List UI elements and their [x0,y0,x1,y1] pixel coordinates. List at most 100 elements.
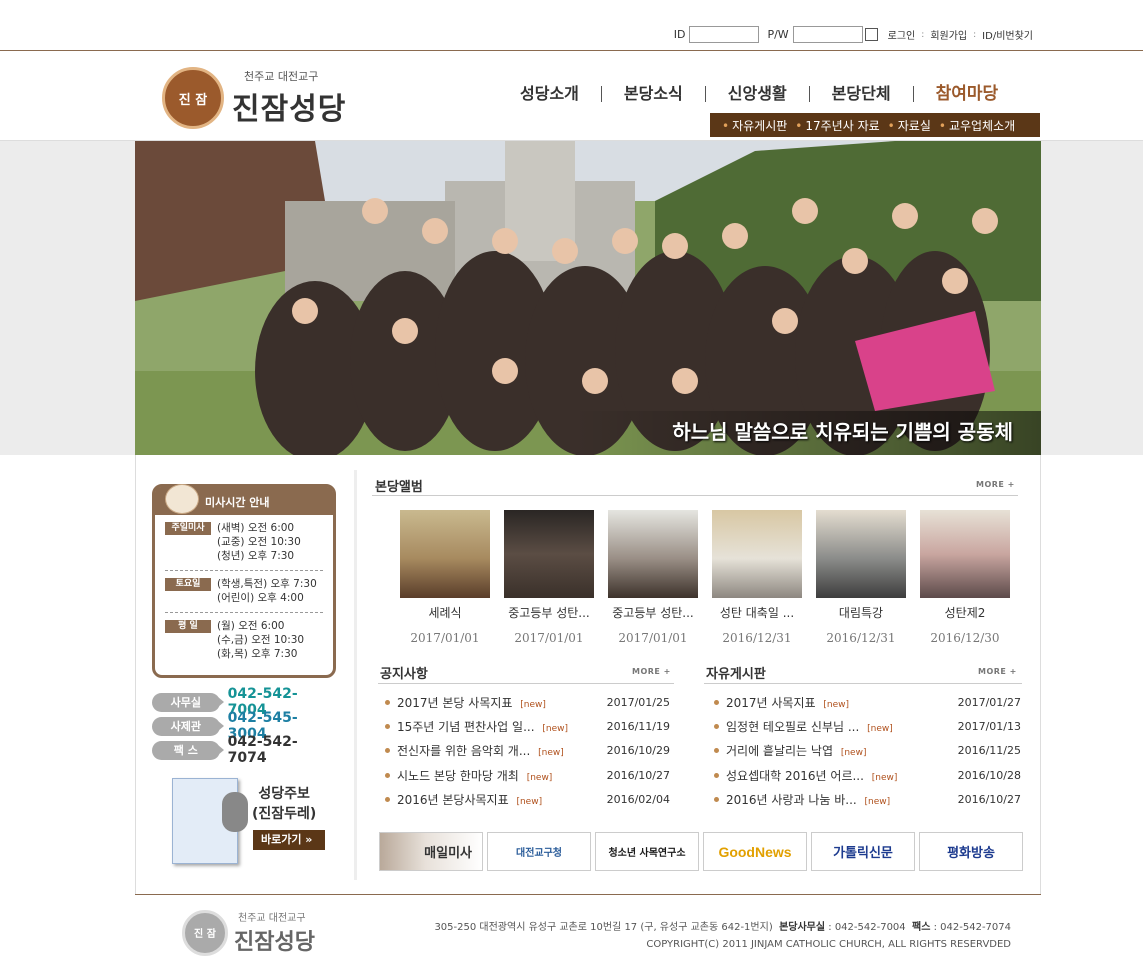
password-input[interactable] [792,26,863,43]
bullet-icon [714,796,719,802]
notice-row[interactable]: 시노드 본당 한마당 개최 [new] 2016/10/27 [380,763,670,787]
nav-item-groups[interactable]: 본당단체 [810,86,914,102]
mass-block-saturday: 토요일 (학생,특전) 오후 7:30 (어린이) 오후 4:00 [165,577,323,613]
free-board-divider [704,683,1022,684]
notice-more-link[interactable]: MORE + [632,667,671,676]
new-badge: [new] [542,723,568,734]
banner-diocese[interactable]: 대전교구청 [487,832,591,871]
notice-row[interactable]: 2017년 본당 사목지표 [new] 2017/01/25 [380,690,670,714]
contact-fax: 팩 스 042-542-7074 [152,734,336,766]
subnav-free-board[interactable]: 자유게시판 [722,117,787,134]
album-item[interactable]: 대림특강 2016/12/31 [809,510,913,645]
free-board-item-title[interactable]: 성요셉대학 2016년 어르... [726,769,864,783]
top-bar: ID P/W 로그인 : 회원가입 : ID/비번찾기 [0,0,1143,51]
album-date: 2016/12/31 [826,631,896,645]
album-item[interactable]: 성탄 대축일 ... 2016/12/31 [705,510,809,645]
album-date: 2017/01/01 [514,631,584,645]
site-header: 진 잠 천주교 대전교구 진잠성당 성당소개 본당소식 신앙생활 본당단체 참여… [0,51,1143,141]
footer-logo: 진 잠 천주교 대전교구 진잠성당 [182,909,315,956]
album-caption[interactable]: 세례식 [393,604,497,621]
login-link[interactable]: 로그인 [888,27,916,42]
join-link[interactable]: 회원가입 [930,27,967,42]
notice-item-title[interactable]: 15주년 기념 편찬사업 일... [397,720,535,734]
mass-block-weekday: 평 일 (월) 오전 6:00 (수,금) 오전 10:30 (화,목) 오후 … [165,619,323,668]
contact-label: 사무실 [152,692,224,712]
notice-item-title[interactable]: 시노드 본당 한마당 개최 [397,769,519,783]
album-date: 2016/12/30 [930,631,1000,645]
album-caption[interactable]: 성탄제2 [913,604,1017,621]
free-board-item-title[interactable]: 2017년 사목지표 [726,696,816,710]
new-badge: [new] [871,772,898,783]
album-caption[interactable]: 성탄 대축일 ... [705,604,809,621]
notice-item-date: 2016/02/04 [606,792,670,806]
mass-line: (새벽) 오전 6:00 [217,522,295,534]
footer-fax-number: : 042-542-7074 [933,922,1011,933]
free-board-row[interactable]: 임정현 테오필로 신부님 ... [new] 2017/01/13 [709,714,1021,738]
album-thumbnail[interactable] [504,510,594,598]
free-board-row[interactable]: 2017년 사목지표 [new] 2017/01/27 [709,690,1021,714]
album-item[interactable]: 중고등부 성탄... 2017/01/01 [601,510,705,645]
church-logo-icon: 진 잠 [182,909,228,956]
notice-row[interactable]: 전신자를 위한 음악회 개... [new] 2016/10/29 [380,739,670,763]
banner-links: 매일미사 대전교구청 청소년 사목연구소 GoodNews 가톨릭신문 평화방송 [379,832,1027,871]
banner-pbc[interactable]: 평화방송 [919,832,1023,871]
notice-item-date: 2017/01/25 [606,695,670,709]
notice-row[interactable]: 15주년 기념 편찬사업 일... [new] 2016/11/19 [380,714,670,738]
notice-row[interactable]: 2016년 본당사목지표 [new] 2016/02/04 [380,787,670,811]
notice-item-title[interactable]: 2017년 본당 사목지표 [397,696,512,710]
free-board-item-title[interactable]: 임정현 테오필로 신부님 ... [726,720,859,734]
subnav-business[interactable]: 교우업체소개 [939,117,1015,134]
nav-item-faith[interactable]: 신앙생활 [706,86,810,102]
left-sidebar: 미사시간 안내 주일미사 (새벽) 오전 6:00 (교중) 오전 10:30 … [152,484,336,874]
church-logo-icon: 진 잠 [162,67,224,129]
mass-block-sunday: 주일미사 (새벽) 오전 6:00 (교중) 오전 10:30 (청년) 오후 … [165,521,323,571]
notice-item-title[interactable]: 2016년 본당사목지표 [397,793,509,807]
sub-nav: 자유게시판 17주년사 자료 자료실 교우업체소개 [710,113,1040,137]
notice-title: 공지사항 [380,667,428,682]
album-item[interactable]: 세례식 2017/01/01 [393,510,497,645]
id-input[interactable] [689,26,760,43]
album-thumbnail[interactable] [400,510,490,598]
nav-item-about[interactable]: 성당소개 [498,86,602,102]
contact-label: 사제관 [152,716,224,736]
free-board-row[interactable]: 2016년 사랑과 나눔 바... [new] 2016/10/27 [709,787,1021,811]
free-board-row[interactable]: 성요셉대학 2016년 어르... [new] 2016/10/28 [709,763,1021,787]
notice-item-date: 2016/10/27 [606,768,670,782]
separator: : [921,29,925,40]
bulletin-go-button[interactable]: 바로가기 » [253,830,325,850]
nav-item-community[interactable]: 참여마당 [914,86,1021,103]
mass-line: (교중) 오전 10:30 [217,536,301,548]
banner-catholic-times[interactable]: 가톨릭신문 [811,832,915,871]
album-gallery: 세례식 2017/01/01 중고등부 성탄... 2017/01/01 중고등… [393,510,1017,645]
group-photo [135,141,1041,455]
album-caption[interactable]: 중고등부 성탄... [601,604,705,621]
free-board-item-title[interactable]: 2016년 사랑과 나눔 바... [726,793,857,807]
subnav-17th-anniversary[interactable]: 17주년사 자료 [795,117,879,134]
remember-checkbox[interactable] [864,28,878,41]
banner-youth-institute[interactable]: 청소년 사목연구소 [595,832,699,871]
album-thumbnail[interactable] [712,510,802,598]
bullet-icon [385,796,390,802]
album-item[interactable]: 성탄제2 2016/12/30 [913,510,1017,645]
banner-goodnews[interactable]: GoodNews [703,832,807,871]
site-logo[interactable]: 진 잠 천주교 대전교구 진잠성당 [162,67,346,129]
album-caption[interactable]: 대림특강 [809,604,913,621]
notice-item-title[interactable]: 전신자를 위한 음악회 개... [397,744,530,758]
album-item[interactable]: 중고등부 성탄... 2017/01/01 [497,510,601,645]
free-board-more-link[interactable]: MORE + [978,667,1017,676]
footer-address: 305-250 대전광역시 유성구 교촌로 10번길 17 (구, 유성구 교촌… [434,919,1011,953]
album-thumbnail[interactable] [920,510,1010,598]
contact-number: 042-542-7074 [227,734,298,766]
album-more-link[interactable]: MORE + [976,480,1015,489]
new-badge: [new] [516,796,543,807]
album-thumbnail[interactable] [816,510,906,598]
album-thumbnail[interactable] [608,510,698,598]
find-account-link[interactable]: ID/비번찾기 [982,27,1033,42]
subnav-archive[interactable]: 자료실 [888,117,931,134]
album-caption[interactable]: 중고등부 성탄... [497,604,601,621]
banner-daily-mass[interactable]: 매일미사 [379,832,483,871]
nav-item-news[interactable]: 본당소식 [602,86,706,102]
free-board-item-title[interactable]: 거리에 흩날리는 낙엽 [726,744,833,758]
mass-tag: 주일미사 [165,522,211,535]
free-board-row[interactable]: 거리에 흩날리는 낙엽 [new] 2016/11/25 [709,739,1021,763]
